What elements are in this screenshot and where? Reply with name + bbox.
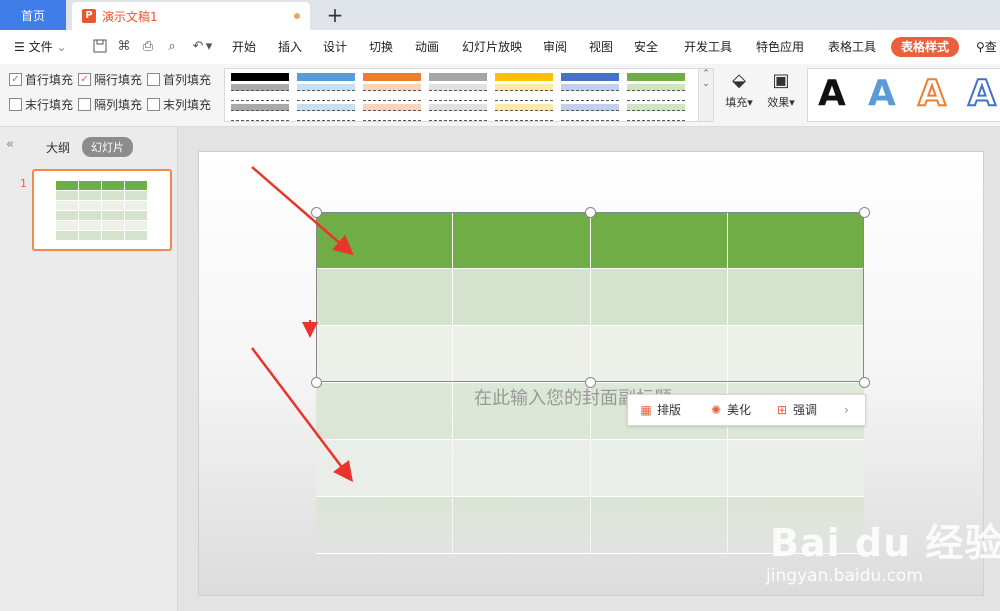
watermark-logo: Bai du 经验 [770, 521, 1000, 565]
watermark-url: jingyan.baidu.com [766, 566, 923, 586]
arrow-bottom [251, 347, 354, 482]
arrow-top [251, 166, 354, 256]
